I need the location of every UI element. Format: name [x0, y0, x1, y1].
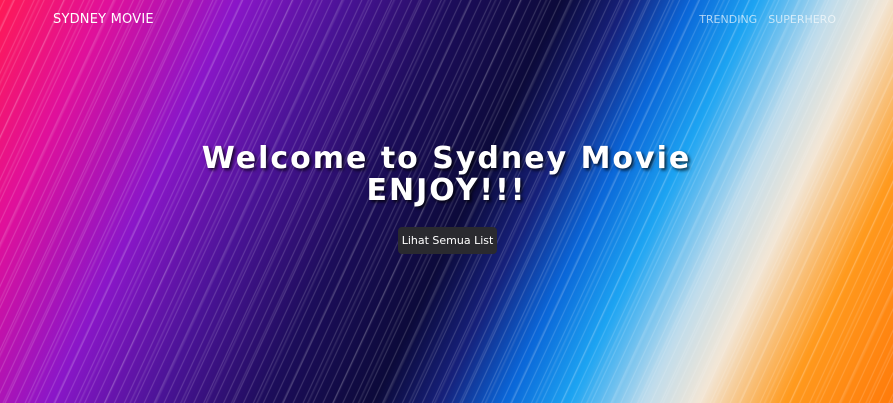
nav-link-superhero[interactable]: SUPERHERO — [768, 13, 836, 26]
top-navbar: SYDNEY MOVIE TRENDING SUPERHERO — [0, 0, 893, 42]
nav-links: TRENDING SUPERHERO — [699, 13, 836, 26]
nav-link-trending[interactable]: TRENDING — [699, 13, 757, 26]
hero-headline: Welcome to Sydney Movie ENJOY!!! — [0, 143, 893, 207]
hero-section: SYDNEY MOVIE TRENDING SUPERHERO Welcome … — [0, 0, 893, 403]
view-all-list-button[interactable]: Lihat Semua List — [398, 227, 497, 254]
hero-headline-line-2: ENJOY!!! — [366, 173, 527, 208]
brand-logo-link[interactable]: SYDNEY MOVIE — [53, 12, 154, 27]
hero-headline-line-1: Welcome to Sydney Movie — [201, 141, 692, 176]
